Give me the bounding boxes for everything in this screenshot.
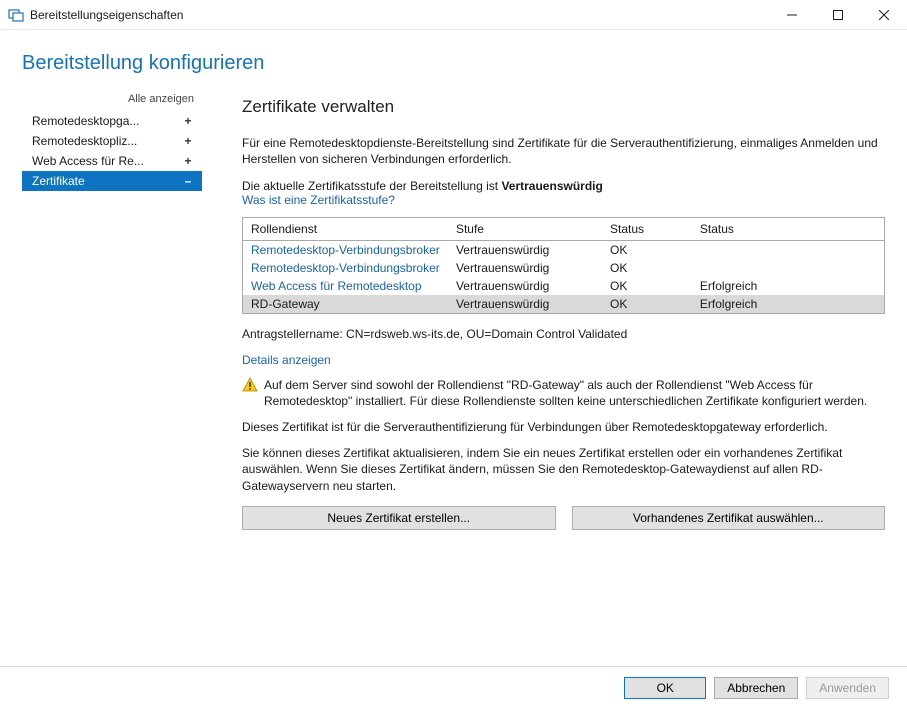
new-cert-button[interactable]: Neues Zertifikat erstellen... bbox=[242, 506, 556, 530]
sidebar-item-1[interactable]: Remotedesktopliz...+ bbox=[22, 131, 202, 151]
col-level[interactable]: Stufe bbox=[448, 218, 602, 241]
sidebar-item-label: Remotedesktopga... bbox=[32, 114, 182, 128]
close-button[interactable] bbox=[861, 0, 907, 30]
sidebar-item-2[interactable]: Web Access für Re...+ bbox=[22, 151, 202, 171]
cell-status1: OK bbox=[602, 277, 692, 295]
table-row[interactable]: Web Access für RemotedesktopVertrauenswü… bbox=[243, 277, 885, 295]
section-heading: Zertifikate verwalten bbox=[242, 97, 885, 117]
cert-level-line: Die aktuelle Zertifikatsstufe der Bereit… bbox=[242, 179, 885, 193]
warning-text: Auf dem Server sind sowohl der Rollendie… bbox=[264, 377, 885, 409]
warning-icon bbox=[242, 377, 258, 393]
table-row[interactable]: Remotedesktop-VerbindungsbrokerVertrauen… bbox=[243, 259, 885, 277]
warning-row: Auf dem Server sind sowohl der Rollendie… bbox=[242, 377, 885, 409]
col-status-1[interactable]: Status bbox=[602, 218, 692, 241]
table-header-row: Rollendienst Stufe Status Status bbox=[243, 218, 885, 241]
cell-status2 bbox=[692, 259, 885, 277]
purpose-text: Dieses Zertifikat ist für die Serverauth… bbox=[242, 419, 885, 435]
table-row[interactable]: Remotedesktop-VerbindungsbrokerVertrauen… bbox=[243, 241, 885, 260]
sidebar-item-3[interactable]: Zertifikate– bbox=[22, 171, 202, 191]
cell-service: Remotedesktop-Verbindungsbroker bbox=[243, 241, 448, 260]
cert-level-help-link[interactable]: Was ist eine Zertifikatsstufe? bbox=[242, 193, 395, 207]
cell-status2: Erfolgreich bbox=[692, 295, 885, 314]
show-all-link[interactable]: Alle anzeigen bbox=[22, 91, 202, 111]
cancel-button[interactable]: Abbrechen bbox=[714, 677, 798, 699]
cell-service: Remotedesktop-Verbindungsbroker bbox=[243, 259, 448, 277]
cell-status1: OK bbox=[602, 259, 692, 277]
cell-status2 bbox=[692, 241, 885, 260]
subject-name: Antragstellername: CN=rdsweb.ws-its.de, … bbox=[242, 326, 885, 342]
sidebar-item-0[interactable]: Remotedesktopga...+ bbox=[22, 111, 202, 131]
table-row[interactable]: RD-GatewayVertrauenswürdigOKErfolgreich bbox=[243, 295, 885, 314]
cell-level: Vertrauenswürdig bbox=[448, 295, 602, 314]
select-existing-cert-button[interactable]: Vorhandenes Zertifikat auswählen... bbox=[572, 506, 886, 530]
cell-status1: OK bbox=[602, 241, 692, 260]
expand-icon[interactable]: + bbox=[182, 134, 194, 148]
cert-level-value: Vertrauenswürdig bbox=[501, 179, 602, 193]
expand-icon[interactable]: + bbox=[182, 154, 194, 168]
cert-table: Rollendienst Stufe Status Status Remoted… bbox=[242, 217, 885, 314]
cell-status2: Erfolgreich bbox=[692, 277, 885, 295]
dialog-footer: OK Abbrechen Anwenden bbox=[0, 666, 907, 709]
window-controls bbox=[769, 0, 907, 30]
app-icon bbox=[8, 7, 24, 23]
minimize-button[interactable] bbox=[769, 0, 815, 30]
sidebar-item-label: Remotedesktopliz... bbox=[32, 134, 182, 148]
collapse-icon[interactable]: – bbox=[182, 174, 194, 188]
page-title: Bereitstellung konfigurieren bbox=[0, 30, 907, 91]
cell-level: Vertrauenswürdig bbox=[448, 259, 602, 277]
window-title: Bereitstellungseigenschaften bbox=[30, 8, 769, 22]
details-link[interactable]: Details anzeigen bbox=[242, 353, 331, 367]
sidebar-item-label: Web Access für Re... bbox=[32, 154, 182, 168]
cert-action-buttons: Neues Zertifikat erstellen... Vorhandene… bbox=[242, 506, 885, 530]
intro-text: Für eine Remotedesktopdienste-Bereitstel… bbox=[242, 135, 885, 167]
cell-service: Web Access für Remotedesktop bbox=[243, 277, 448, 295]
expand-icon[interactable]: + bbox=[182, 114, 194, 128]
apply-button[interactable]: Anwenden bbox=[806, 677, 889, 699]
sidebar-item-label: Zertifikate bbox=[32, 174, 182, 188]
cell-level: Vertrauenswürdig bbox=[448, 277, 602, 295]
sidebar: Alle anzeigen Remotedesktopga...+Remoted… bbox=[22, 91, 202, 681]
cert-level-prefix: Die aktuelle Zertifikatsstufe der Bereit… bbox=[242, 179, 501, 193]
cell-level: Vertrauenswürdig bbox=[448, 241, 602, 260]
col-service[interactable]: Rollendienst bbox=[243, 218, 448, 241]
update-info-text: Sie können dieses Zertifikat aktualisier… bbox=[242, 445, 885, 494]
cell-service: RD-Gateway bbox=[243, 295, 448, 314]
titlebar: Bereitstellungseigenschaften bbox=[0, 0, 907, 30]
maximize-button[interactable] bbox=[815, 0, 861, 30]
ok-button[interactable]: OK bbox=[624, 677, 706, 699]
cell-status1: OK bbox=[602, 295, 692, 314]
main-content: Zertifikate verwalten Für eine Remotedes… bbox=[202, 91, 885, 681]
col-status-2[interactable]: Status bbox=[692, 218, 885, 241]
